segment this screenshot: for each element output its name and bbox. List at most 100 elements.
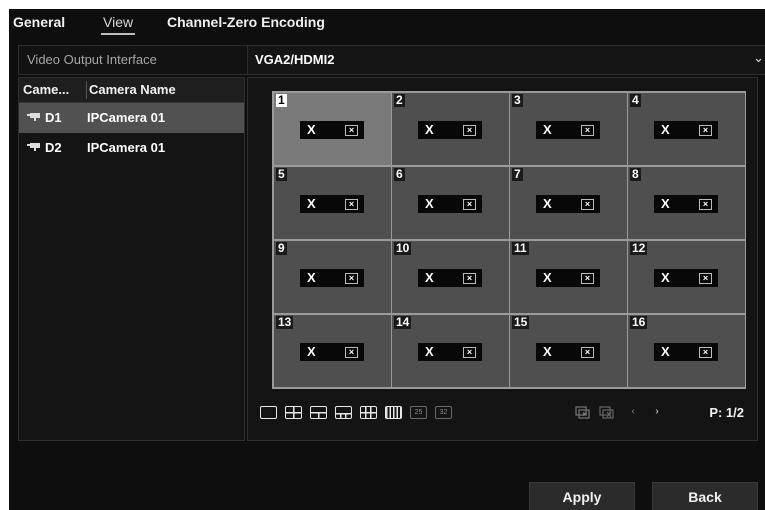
clear-window-icon[interactable]: ×	[699, 347, 712, 358]
empty-slot-label: X	[425, 270, 434, 285]
clear-window-icon[interactable]: ×	[463, 199, 476, 210]
layout-6-icon[interactable]	[310, 406, 327, 419]
camera-id: D1	[45, 110, 62, 125]
camera-icon	[27, 143, 40, 151]
clear-window-icon[interactable]: ×	[345, 125, 358, 136]
empty-slot-label: X	[425, 196, 434, 211]
empty-slot-label: X	[425, 122, 434, 137]
window-camera-slot: X ×	[536, 195, 600, 213]
window-number: 13	[276, 315, 294, 329]
window-camera-slot: X ×	[300, 195, 364, 213]
column-divider[interactable]	[86, 81, 87, 99]
tab-view[interactable]: View	[100, 14, 136, 35]
empty-slot-label: X	[661, 344, 670, 359]
window-number: 7	[512, 167, 523, 181]
start-sequence-icon[interactable]	[574, 406, 592, 420]
window-camera-slot: X ×	[418, 195, 482, 213]
layout-1-icon[interactable]	[260, 406, 277, 419]
empty-slot-label: X	[307, 270, 316, 285]
window-number: 3	[512, 93, 523, 107]
grid-window-13[interactable]: 13 X ×	[274, 315, 391, 387]
empty-slot-label: X	[307, 344, 316, 359]
video-output-interface-select[interactable]: VGA2/HDMI2 ⌄	[248, 46, 765, 74]
layout-toolbar: 25 32 ‹ › P: 1/2	[256, 403, 746, 425]
window-number: 10	[394, 241, 412, 255]
column-header-camera-no[interactable]: Came...	[23, 82, 69, 97]
layout-16-icon[interactable]	[385, 406, 402, 419]
grid-window-5[interactable]: 5 X ×	[274, 167, 391, 239]
empty-slot-label: X	[307, 196, 316, 211]
grid-window-16[interactable]: 16 X ×	[628, 315, 745, 387]
window-number: 1	[276, 93, 287, 107]
clear-window-icon[interactable]: ×	[699, 125, 712, 136]
clear-window-icon[interactable]: ×	[581, 125, 594, 136]
view-settings-window: General View Channel-Zero Encoding Video…	[9, 9, 765, 510]
clear-window-icon[interactable]: ×	[581, 199, 594, 210]
empty-slot-label: X	[661, 270, 670, 285]
clear-window-icon[interactable]: ×	[463, 125, 476, 136]
camera-icon	[27, 113, 40, 121]
chevron-down-icon: ⌄	[753, 50, 764, 65]
empty-slot-label: X	[307, 122, 316, 137]
layout-32-icon[interactable]: 32	[435, 406, 452, 419]
window-camera-slot: X ×	[300, 343, 364, 361]
grid-window-9[interactable]: 9 X ×	[274, 241, 391, 313]
grid-window-4[interactable]: 4 X ×	[628, 93, 745, 165]
clear-window-icon[interactable]: ×	[463, 347, 476, 358]
layout-9-icon[interactable]	[360, 406, 377, 419]
grid-window-8[interactable]: 8 X ×	[628, 167, 745, 239]
apply-button[interactable]: Apply	[529, 482, 635, 510]
camera-row-d2[interactable]: D2 IPCamera 01	[19, 133, 244, 163]
window-number: 6	[394, 167, 405, 181]
window-camera-slot: X ×	[536, 121, 600, 139]
grid-window-2[interactable]: 2 X ×	[392, 93, 509, 165]
window-number: 2	[394, 93, 405, 107]
clear-window-icon[interactable]: ×	[345, 347, 358, 358]
window-camera-slot: X ×	[654, 195, 718, 213]
camera-list-header: Came... Camera Name	[19, 78, 244, 103]
clear-window-icon[interactable]: ×	[345, 273, 358, 284]
grid-window-11[interactable]: 11 X ×	[510, 241, 627, 313]
stop-sequence-icon[interactable]	[598, 406, 616, 420]
layout-4-icon[interactable]	[285, 406, 302, 419]
empty-slot-label: X	[661, 196, 670, 211]
grid-window-15[interactable]: 15 X ×	[510, 315, 627, 387]
next-page-icon[interactable]: ›	[648, 406, 666, 420]
grid-window-3[interactable]: 3 X ×	[510, 93, 627, 165]
column-header-camera-name[interactable]: Camera Name	[89, 82, 176, 97]
clear-window-icon[interactable]: ×	[699, 273, 712, 284]
empty-slot-label: X	[543, 270, 552, 285]
camera-list: Came... Camera Name D1 IPCamera 01 D2 IP…	[18, 77, 245, 441]
clear-window-icon[interactable]: ×	[581, 347, 594, 358]
layout-8-icon[interactable]	[335, 406, 352, 419]
clear-window-icon[interactable]: ×	[463, 273, 476, 284]
grid-window-7[interactable]: 7 X ×	[510, 167, 627, 239]
window-camera-slot: X ×	[654, 121, 718, 139]
tab-general[interactable]: General	[13, 14, 65, 30]
video-output-interface-label: Video Output Interface	[27, 52, 157, 67]
window-division-grid: 1 X × 2 X × 3 X × 4 X × 5 X × 6 X × 7 X × 8 X × 9 X × 10 X × 11 X × 12 X × 1…	[272, 91, 746, 389]
tab-channel-zero-encoding[interactable]: Channel-Zero Encoding	[167, 14, 325, 30]
window-camera-slot: X ×	[418, 343, 482, 361]
window-number: 9	[276, 241, 287, 255]
clear-window-icon[interactable]: ×	[345, 199, 358, 210]
window-number: 12	[630, 241, 648, 255]
grid-window-12[interactable]: 12 X ×	[628, 241, 745, 313]
previous-page-icon[interactable]: ‹	[624, 406, 642, 420]
view-grid-panel: 1 X × 2 X × 3 X × 4 X × 5 X × 6 X × 7 X × 8 X × 9 X × 10 X × 11 X × 12 X × 1…	[247, 77, 758, 441]
camera-row-d1[interactable]: D1 IPCamera 01	[19, 103, 244, 133]
window-camera-slot: X ×	[654, 269, 718, 287]
grid-window-1[interactable]: 1 X ×	[274, 93, 391, 165]
window-camera-slot: X ×	[654, 343, 718, 361]
layout-25-icon[interactable]: 25	[410, 406, 427, 419]
window-number: 16	[630, 315, 648, 329]
grid-window-14[interactable]: 14 X ×	[392, 315, 509, 387]
window-camera-slot: X ×	[418, 269, 482, 287]
grid-window-10[interactable]: 10 X ×	[392, 241, 509, 313]
clear-window-icon[interactable]: ×	[581, 273, 594, 284]
clear-window-icon[interactable]: ×	[699, 199, 712, 210]
window-number: 4	[630, 93, 641, 107]
empty-slot-label: X	[543, 122, 552, 137]
back-button[interactable]: Back	[652, 482, 758, 510]
grid-window-6[interactable]: 6 X ×	[392, 167, 509, 239]
